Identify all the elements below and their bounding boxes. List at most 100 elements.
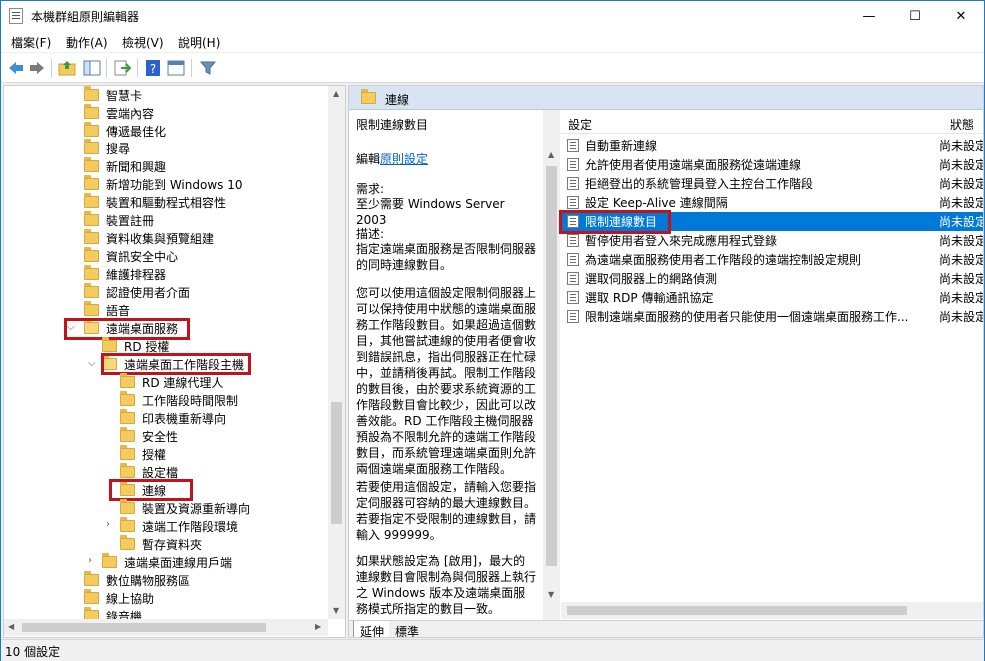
setting-icon bbox=[567, 291, 579, 304]
description-text: 您可以使用這個設定限制伺服器上可以保持使用中狀態的遠端桌面服務工作階段數目。如果… bbox=[356, 286, 537, 476]
minimize-button[interactable]: — bbox=[846, 1, 892, 31]
scroll-thumb[interactable] bbox=[22, 623, 266, 632]
list-item[interactable]: 為遠端桌面服務使用者工作階段的遠端控制設定規則 尚未設定 bbox=[561, 250, 983, 269]
tree-item[interactable]: 搜尋 bbox=[84, 139, 130, 157]
collapsed-caret-icon[interactable]: › bbox=[88, 555, 92, 566]
highlight-box bbox=[101, 353, 251, 375]
list-horizontal-scrollbar[interactable] bbox=[561, 602, 983, 619]
list-item[interactable]: 選取 RDP 傳輸通訊協定 尚未設定 bbox=[561, 288, 983, 307]
tree-item[interactable]: 遠端工作階段環境 bbox=[120, 517, 238, 535]
setting-icon bbox=[567, 253, 579, 266]
status-bar: 10 個設定 bbox=[1, 639, 984, 661]
forward-icon[interactable] bbox=[28, 59, 46, 77]
description-panel: 限制連線數目 編輯原則設定 需求: 至少需要 Windows Server 20… bbox=[349, 110, 561, 620]
scroll-down-arrow-icon[interactable]: ▼ bbox=[548, 590, 554, 599]
tree-vertical-scrollbar[interactable]: ▲ ▼ bbox=[328, 86, 345, 619]
setting-icon bbox=[567, 272, 579, 285]
menu-help[interactable]: 說明(H) bbox=[178, 34, 220, 51]
tree-item[interactable]: 新聞和興趣 bbox=[84, 157, 166, 175]
folder-icon bbox=[84, 589, 99, 604]
scroll-down-arrow-icon[interactable]: ▼ bbox=[333, 606, 339, 615]
edit-policy-link[interactable]: 原則設定 bbox=[380, 152, 428, 166]
tree-item[interactable]: 新增功能到 Windows 10 bbox=[84, 175, 242, 193]
settings-list: 設定 狀態 自動重新連線 尚未設定 允許使用者使用遠端桌面服務從遠端連線 尚未設定 … bbox=[559, 110, 983, 620]
scroll-thumb[interactable] bbox=[546, 166, 557, 566]
scroll-left-arrow-icon[interactable]: ◀ bbox=[8, 622, 14, 631]
setting-icon bbox=[567, 177, 579, 190]
back-icon[interactable] bbox=[7, 59, 25, 77]
tree-item[interactable]: 裝置及資源重新導向 bbox=[120, 499, 250, 517]
up-folder-icon[interactable] bbox=[58, 59, 76, 77]
show-hide-tree-icon[interactable] bbox=[83, 59, 101, 77]
tree-item[interactable]: 裝置註冊 bbox=[84, 211, 154, 229]
scroll-thumb[interactable] bbox=[331, 402, 342, 524]
tree-item[interactable]: 認證使用者介面 bbox=[84, 283, 190, 301]
tree-item[interactable]: 裝置和驅動程式相容性 bbox=[84, 193, 226, 211]
folder-icon bbox=[84, 265, 99, 280]
tab-extended[interactable]: 延伸 bbox=[353, 621, 392, 637]
tree-item[interactable]: RD 連線代理人 bbox=[120, 373, 223, 391]
help-icon[interactable]: ? bbox=[144, 59, 162, 77]
highlight-box bbox=[109, 479, 193, 501]
export-icon[interactable] bbox=[113, 59, 131, 77]
scroll-thumb[interactable] bbox=[567, 606, 907, 615]
tree-item[interactable]: 傳遞最佳化 bbox=[84, 122, 166, 140]
tree-item[interactable]: 工作階段時間限制 bbox=[120, 391, 238, 409]
collapsed-caret-icon[interactable]: › bbox=[106, 519, 110, 530]
menu-view[interactable]: 檢視(V) bbox=[122, 34, 164, 51]
list-item[interactable]: 選取伺服器上的網路偵測 尚未設定 bbox=[561, 269, 983, 288]
tree-item[interactable]: 語音 bbox=[84, 301, 130, 319]
tree-item[interactable]: 資訊安全中心 bbox=[84, 247, 178, 265]
description-scrollbar[interactable]: ▲ ▼ bbox=[543, 110, 560, 620]
list-item[interactable]: 拒絕登出的系統管理員登入主控台工作階段 尚未設定 bbox=[561, 174, 983, 193]
scroll-up-arrow-icon[interactable]: ▲ bbox=[548, 150, 554, 159]
properties-icon[interactable] bbox=[167, 59, 185, 77]
menu-action[interactable]: 動作(A) bbox=[66, 34, 108, 51]
tree-item[interactable]: 遠端桌面連線用戶端 bbox=[102, 553, 232, 571]
expanded-caret-icon[interactable]: ⌵ bbox=[88, 358, 96, 369]
tree-horizontal-scrollbar[interactable]: ◀ ▶ bbox=[4, 619, 328, 636]
list-item[interactable]: 限制遠端桌面服務的使用者只能使用一個遠端桌面服務工作... 尚未設定 bbox=[561, 307, 983, 326]
maximize-button[interactable]: ☐ bbox=[892, 1, 938, 31]
folder-icon bbox=[84, 283, 99, 298]
tree-item[interactable]: 線上協助 bbox=[84, 589, 154, 607]
app-icon bbox=[9, 8, 23, 24]
column-state[interactable]: 狀態 bbox=[950, 116, 974, 133]
tree-item[interactable]: 印表機重新導向 bbox=[120, 409, 226, 427]
folder-icon bbox=[120, 427, 135, 442]
scroll-up-arrow-icon[interactable]: ▲ bbox=[333, 89, 339, 98]
tree-item[interactable]: 數位購物服務區 bbox=[84, 571, 190, 589]
description-text: 指定遠端桌面服務是否限制伺服器的同時連線數目。 bbox=[356, 242, 537, 272]
folder-icon bbox=[120, 499, 135, 514]
scroll-right-arrow-icon[interactable]: ▶ bbox=[315, 622, 321, 631]
toolbar: ? bbox=[1, 53, 984, 83]
details-pane: 連線 限制連線數目 編輯原則設定 需求: 至少需要 Windows Server… bbox=[348, 85, 984, 638]
list-item[interactable]: 自動重新連線 尚未設定 bbox=[561, 136, 983, 155]
tree-item[interactable]: 授權 bbox=[120, 445, 166, 463]
folder-icon bbox=[84, 157, 99, 172]
folder-icon bbox=[84, 104, 99, 119]
tree-item[interactable]: 資料收集與預覽組建 bbox=[84, 229, 214, 247]
tree-item[interactable]: 智慧卡 bbox=[84, 86, 142, 104]
list-header: 設定 狀態 bbox=[561, 110, 983, 134]
list-item[interactable]: 暫停使用者登入來完成應用程式登錄 尚未設定 bbox=[561, 231, 983, 250]
edit-policy-line: 編輯原則設定 bbox=[356, 152, 429, 166]
tree-item[interactable]: 暫存資料夾 bbox=[120, 535, 202, 553]
column-setting[interactable]: 設定 bbox=[568, 116, 592, 133]
folder-icon bbox=[120, 517, 135, 532]
folder-icon bbox=[84, 193, 99, 208]
tree-item[interactable]: 安全性 bbox=[120, 427, 178, 445]
tab-standard[interactable]: 標準 bbox=[389, 621, 426, 637]
menu-file[interactable]: 檔案(F) bbox=[11, 34, 51, 51]
toolbar-separator bbox=[191, 59, 192, 77]
filter-icon[interactable] bbox=[199, 59, 217, 77]
tree-item[interactable]: 雲端內容 bbox=[84, 104, 154, 122]
tree-item[interactable]: 維護排程器 bbox=[84, 265, 166, 283]
details-header-title: 連線 bbox=[385, 93, 410, 107]
setting-icon bbox=[567, 158, 579, 171]
folder-icon bbox=[84, 175, 99, 190]
svg-text:?: ? bbox=[150, 62, 156, 76]
folder-icon bbox=[120, 409, 135, 424]
close-button[interactable]: ✕ bbox=[938, 1, 984, 31]
list-item[interactable]: 允許使用者使用遠端桌面服務從遠端連線 尚未設定 bbox=[561, 155, 983, 174]
